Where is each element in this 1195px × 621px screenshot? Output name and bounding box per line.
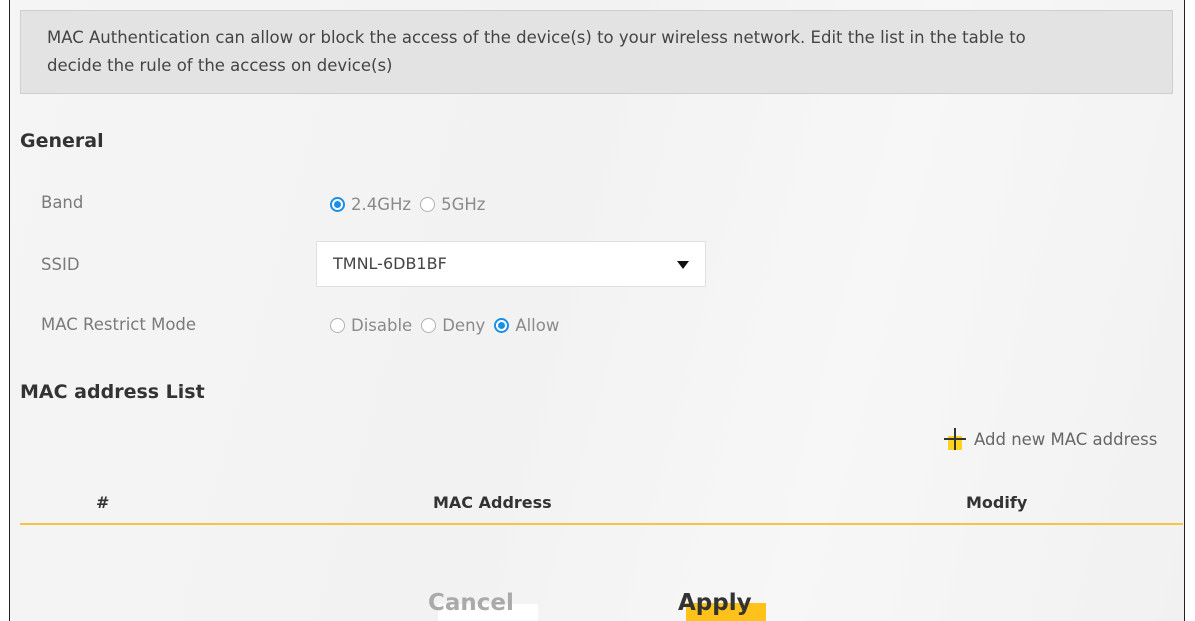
mode-radio-disable[interactable] <box>330 318 345 333</box>
section-title-mac-address-list: MAC address List <box>20 381 205 403</box>
ssid-select[interactable]: TMNL-6DB1BF <box>316 241 706 287</box>
ssid-label: SSID <box>41 255 80 274</box>
add-mac-address-label[interactable]: Add new MAC address <box>974 430 1157 449</box>
apply-button-label[interactable]: Apply <box>678 590 752 616</box>
dropdown-arrow-icon <box>677 261 689 269</box>
mode-option-deny-label[interactable]: Deny <box>442 316 485 335</box>
cancel-button[interactable]: Cancel <box>420 586 538 621</box>
column-header-index: # <box>96 493 110 512</box>
mode-option-allow-label[interactable]: Allow <box>515 316 559 335</box>
band-option-2-4ghz-label[interactable]: 2.4GHz <box>351 195 411 214</box>
info-text-line-1: MAC Authentication can allow or block th… <box>47 28 1026 47</box>
mode-radio-deny[interactable] <box>421 318 437 333</box>
mac-restrict-mode-radio-group: Disable Deny Allow <box>330 316 568 335</box>
band-radio-5ghz[interactable] <box>420 197 436 212</box>
mode-option-disable-label[interactable]: Disable <box>351 316 412 335</box>
column-header-mac-address: MAC Address <box>433 493 552 512</box>
band-option-5ghz-label[interactable]: 5GHz <box>441 195 485 214</box>
cancel-button-label[interactable]: Cancel <box>428 590 514 616</box>
info-box: MAC Authentication can allow or block th… <box>20 10 1173 94</box>
ssid-selected-value: TMNL-6DB1BF <box>333 254 447 273</box>
band-radio-group: 2.4GHz 5GHz <box>330 195 494 214</box>
section-title-general: General <box>20 130 104 152</box>
mode-radio-allow[interactable] <box>494 318 510 333</box>
table-header-divider <box>20 523 1183 525</box>
apply-button[interactable]: Apply <box>676 586 776 621</box>
add-mac-address-button[interactable]: Add new MAC address <box>944 428 1157 450</box>
info-text-line-2: decide the rule of the access on device(… <box>47 56 393 75</box>
column-header-modify: Modify <box>966 493 1028 512</box>
band-label: Band <box>41 193 84 212</box>
band-radio-2-4ghz[interactable] <box>330 197 345 212</box>
mac-restrict-mode-label: MAC Restrict Mode <box>41 315 197 334</box>
plus-icon <box>944 428 966 450</box>
